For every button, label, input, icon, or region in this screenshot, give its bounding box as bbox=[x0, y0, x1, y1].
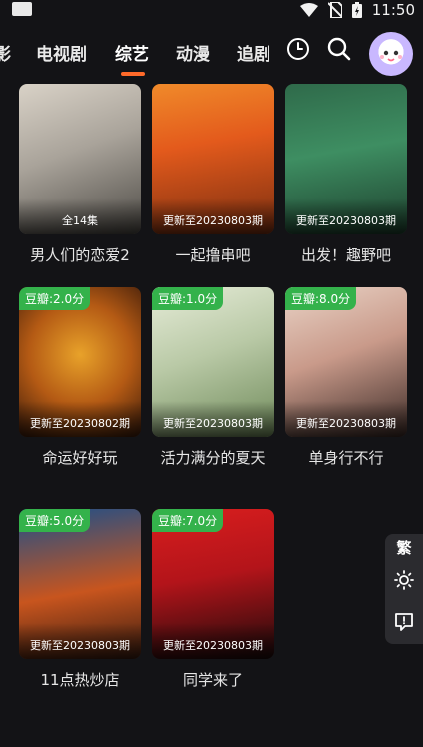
episode-status: 更新至20230803期 bbox=[30, 639, 130, 652]
show-title[interactable]: 一起撸串吧 bbox=[152, 244, 274, 265]
no-sim-icon bbox=[327, 2, 342, 18]
history-clock-icon[interactable] bbox=[286, 37, 310, 61]
douban-score-badge: 豆瓣:5.0分 bbox=[19, 509, 91, 532]
show-title[interactable]: 同学来了 bbox=[152, 669, 274, 690]
show-title[interactable]: 活力满分的夏天 bbox=[152, 447, 274, 468]
douban-score-badge: 豆瓣:7.0分 bbox=[152, 509, 224, 532]
douban-score-badge: 豆瓣:2.0分 bbox=[19, 287, 91, 310]
tab-variety[interactable]: 综艺 bbox=[115, 40, 149, 65]
tab-anime[interactable]: 动漫 bbox=[176, 40, 210, 65]
show-poster[interactable]: 更新至20230803期 bbox=[152, 84, 274, 234]
douban-score-badge: 豆瓣:1.0分 bbox=[152, 287, 224, 310]
tab-movies[interactable]: 影 bbox=[0, 40, 11, 65]
show-poster[interactable]: 豆瓣:2.0分 更新至20230802期 bbox=[19, 287, 141, 437]
show-title[interactable]: 命运好好玩 bbox=[19, 447, 141, 468]
douban-score-badge: 豆瓣:8.0分 bbox=[285, 287, 357, 310]
top-nav: 影 电视剧 综艺 动漫 追剧 bbox=[0, 22, 423, 84]
traditional-chinese-toggle[interactable]: 繁 bbox=[385, 537, 423, 558]
status-time: 11:50 bbox=[371, 1, 415, 19]
show-title[interactable]: 11点热炒店 bbox=[19, 669, 141, 690]
episode-status: 更新至20230803期 bbox=[163, 639, 263, 652]
episode-status: 更新至20230803期 bbox=[163, 417, 263, 430]
episode-status: 更新至20230803期 bbox=[296, 214, 396, 227]
episode-status: 更新至20230802期 bbox=[30, 417, 130, 430]
notification-icon bbox=[12, 2, 32, 16]
brightness-icon[interactable] bbox=[394, 570, 414, 590]
show-poster[interactable]: 全14集 bbox=[19, 84, 141, 234]
show-poster[interactable]: 豆瓣:7.0分 更新至20230803期 bbox=[152, 509, 274, 659]
show-title[interactable]: 单身行不行 bbox=[285, 447, 407, 468]
episode-status: 更新至20230803期 bbox=[296, 417, 396, 430]
floating-side-panel: 繁 bbox=[385, 534, 423, 644]
active-tab-indicator bbox=[121, 72, 145, 76]
show-poster[interactable]: 豆瓣:8.0分 更新至20230803期 bbox=[285, 287, 407, 437]
episode-status: 更新至20230803期 bbox=[163, 214, 263, 227]
show-title[interactable]: 出发！趣野吧 bbox=[285, 244, 407, 265]
wifi-icon bbox=[299, 3, 318, 17]
battery-charging-icon bbox=[351, 2, 362, 18]
episode-status: 全14集 bbox=[62, 214, 98, 227]
search-icon[interactable] bbox=[327, 37, 351, 61]
feedback-icon[interactable] bbox=[394, 612, 414, 632]
show-title[interactable]: 男人们的恋爱2 bbox=[19, 244, 141, 265]
show-poster[interactable]: 豆瓣:1.0分 更新至20230803期 bbox=[152, 287, 274, 437]
status-bar: 11:50 bbox=[0, 0, 423, 22]
tab-follow[interactable]: 追剧 bbox=[237, 40, 269, 65]
tab-tv-series[interactable]: 电视剧 bbox=[36, 40, 87, 65]
user-avatar[interactable] bbox=[369, 32, 413, 76]
avatar-mascot-icon bbox=[380, 50, 402, 62]
show-poster[interactable]: 豆瓣:5.0分 更新至20230803期 bbox=[19, 509, 141, 659]
show-poster[interactable]: 更新至20230803期 bbox=[285, 84, 407, 234]
